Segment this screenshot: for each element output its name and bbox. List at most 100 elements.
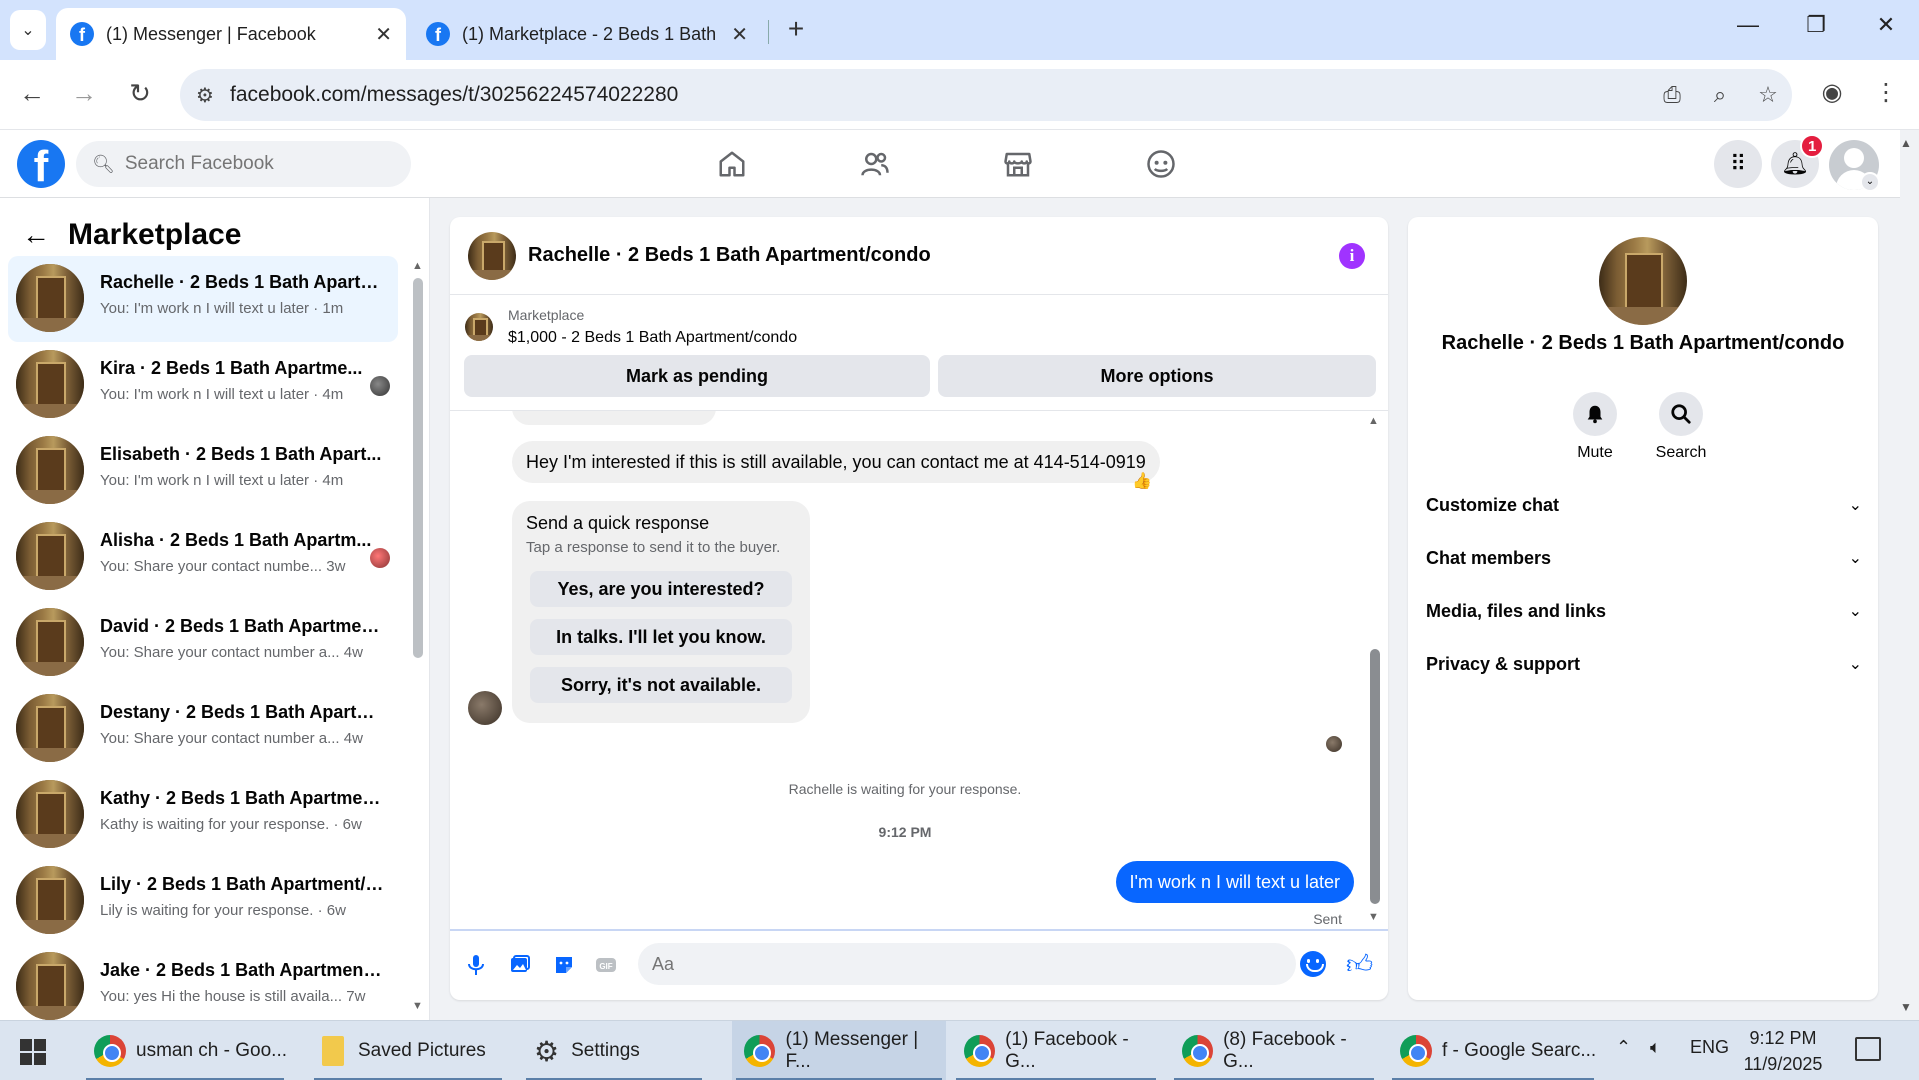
customize-chat-section[interactable]: Customize chat ⌄ [1426,483,1862,527]
taskbar-item[interactable]: usman ch - Goo... [82,1021,288,1080]
search-input[interactable] [124,153,405,175]
microphone-icon[interactable] [462,951,490,979]
tray-overflow-icon[interactable]: ⌃ [1616,1037,1631,1058]
chrome-icon [1182,1035,1214,1067]
listing-thumbnail [16,694,84,762]
bookmark-star-icon[interactable]: ☆ [1744,82,1792,108]
back-button[interactable]: ← [14,78,50,109]
taskbar-item[interactable]: Saved Pictures [310,1021,506,1080]
close-tab-icon[interactable]: ✕ [731,22,748,47]
quick-response-button[interactable]: Sorry, it's not available. [530,667,792,703]
chat-avatar[interactable] [468,232,516,280]
notification-center-icon[interactable] [1855,1037,1881,1061]
info-icon[interactable]: i [1339,243,1365,269]
close-window-button[interactable]: ✕ [1866,12,1906,38]
conversation-item[interactable]: Rachelle · 2 Beds 1 Bath Apartm... You: I… [8,256,398,342]
reload-button[interactable]: ↻ [122,78,158,109]
restore-button[interactable]: ❐ [1796,12,1836,38]
tab-marketplace[interactable]: f (1) Marketplace - 2 Beds 1 Bath ✕ [412,8,762,60]
taskbar-item[interactable]: f - Google Searc... [1388,1021,1598,1080]
conversation-item[interactable]: Jake · 2 Beds 1 Bath Apartment/... You: y… [8,944,398,1020]
listing-thumbnail [16,780,84,848]
conversation-item[interactable]: Kira · 2 Beds 1 Bath Apartme... You: I'm … [8,342,398,428]
search-in-chat-button[interactable]: Search [1641,392,1721,462]
message-input[interactable] [638,943,1296,985]
conversation-snippet: You: Share your contact number a... 4w [100,644,363,661]
listing-title[interactable]: $1,000 - 2 Beds 1 Bath Apartment/condo [508,329,797,347]
taskbar-item[interactable]: (1) Messenger | F... [732,1021,946,1080]
conversation-item[interactable]: Destany · 2 Beds 1 Bath Apartm... You: Sh… [8,686,398,772]
quick-response-button[interactable]: Yes, are you interested? [530,571,792,607]
taskbar-item[interactable]: ⚙ Settings [522,1021,706,1080]
facebook-logo-icon[interactable]: f [17,140,65,188]
site-info-icon[interactable]: ⚙ [180,83,230,108]
system-clock[interactable]: 9:12 PM 11/9/2025 [1738,1025,1828,1077]
sent-status: Sent [1313,911,1342,927]
facebook-search[interactable]: 🔍︎ [76,141,411,187]
privacy-support-section[interactable]: Privacy & support ⌄ [1426,642,1862,686]
conversation-item[interactable]: David · 2 Beds 1 Bath Apartmen... You: Sh… [8,600,398,686]
minimize-button[interactable]: — [1728,12,1768,38]
quick-response-button[interactable]: In talks. I'll let you know. [530,619,792,655]
back-arrow-icon[interactable]: ← [22,219,64,251]
menu-icon[interactable]: ⋮ [1866,78,1906,107]
taskbar-item-label: Saved Pictures [358,1040,486,1061]
zoom-icon[interactable]: ⌕ [1696,82,1744,108]
conversation-item[interactable]: Alisha · 2 Beds 1 Bath Apartm... You: Sha… [8,514,398,600]
new-tab-button[interactable]: + [780,14,812,46]
thumbs-up-reaction-icon[interactable]: 👍 [1132,471,1152,491]
incoming-message[interactable]: Hey I'm interested if this is still avai… [512,441,1160,483]
nav-gaming[interactable] [1101,142,1221,186]
conversation-item[interactable]: Kathy · 2 Beds 1 Bath Apartmen... Kathy i… [8,772,398,858]
like-thumb-icon[interactable]: 👍︎ [1346,949,1373,980]
mark-as-pending-button[interactable]: Mark as pending [464,355,930,397]
chat-title[interactable]: Rachelle · 2 Beds 1 Bath Apartment/condo [528,244,931,267]
conversation-snippet: Kathy is waiting for your response. · 6w [100,816,362,833]
sticker-icon[interactable] [550,951,578,979]
more-options-button[interactable]: More options [938,355,1376,397]
taskbar-item[interactable]: (1) Facebook - G... [952,1021,1160,1080]
mute-button[interactable]: Mute [1555,392,1635,462]
listing-thumbnail[interactable] [465,313,493,341]
conversation-item[interactable]: Lily · 2 Beds 1 Bath Apartment/c... Lily … [8,858,398,944]
address-bar[interactable]: ⚙ facebook.com/messages/t/30256224574022… [180,69,1792,121]
tab-messenger[interactable]: f (1) Messenger | Facebook ✕ [56,8,406,60]
close-tab-icon[interactable]: ✕ [375,22,392,47]
media-files-links-section[interactable]: Media, files and links ⌄ [1426,589,1862,633]
sender-avatar[interactable] [468,691,502,725]
scroll-down-icon[interactable]: ▼ [412,1000,423,1012]
profile-icon[interactable]: ◉ [1812,78,1852,107]
page-scroll-up-icon[interactable]: ▲ [1900,136,1912,150]
grid-icon: ⠿ [1729,151,1747,176]
language-indicator[interactable]: ENG [1690,1037,1729,1058]
nav-friends[interactable] [815,142,935,186]
listing-thumbnail [16,350,84,418]
scroll-up-icon[interactable]: ▲ [1368,415,1379,427]
emoji-icon[interactable] [1300,951,1326,977]
tab-search-dropdown[interactable]: ⌄ [10,10,46,50]
nav-marketplace[interactable] [958,142,1078,186]
windows-start-icon[interactable] [20,1039,46,1065]
volume-icon[interactable]: 🔈︎ [1650,1037,1661,1058]
tab-title: (1) Marketplace - 2 Beds 1 Bath [462,23,717,44]
page-scroll-down-icon[interactable]: ▼ [1900,1000,1912,1014]
outgoing-message[interactable]: I'm work n I will text u later [1115,861,1354,903]
taskbar-item[interactable]: (8) Facebook - G... [1170,1021,1378,1080]
conversation-snippet: You: I'm work n I will text u later · 4m [100,386,344,403]
section-label: Chat members [1426,547,1552,568]
forward-button[interactable]: → [66,78,102,109]
conversation-item[interactable]: Elisabeth · 2 Beds 1 Bath Apart... You: I… [8,428,398,514]
chat-members-section[interactable]: Chat members ⌄ [1426,536,1862,580]
scroll-up-icon[interactable]: ▲ [412,260,423,272]
chat-scrollbar[interactable] [1370,649,1380,904]
scrollbar[interactable] [413,278,423,658]
photo-icon[interactable] [506,951,534,979]
message-text-field[interactable] [652,953,1212,975]
chevron-down-icon[interactable]: ⌄ [1860,172,1880,192]
install-app-icon[interactable]: ⎙ [1648,82,1696,108]
menu-grid-button[interactable]: ⠿ [1714,140,1762,188]
contact-avatar[interactable] [1599,237,1687,325]
scroll-down-icon[interactable]: ▼ [1368,911,1379,923]
gif-icon[interactable]: GIF [592,951,620,979]
nav-home[interactable] [672,142,792,186]
